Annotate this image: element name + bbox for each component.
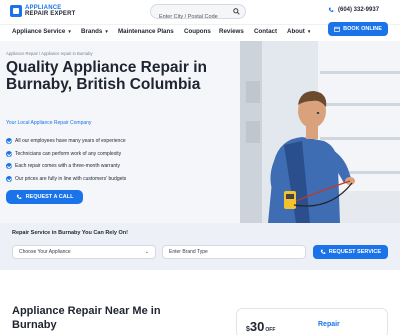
chevron-down-icon: ▼: [104, 29, 109, 34]
phone-number: (604) 332-9937: [338, 7, 380, 13]
chevron-down-icon: ⌄: [144, 249, 149, 255]
nav-appliance-service[interactable]: Appliance Service ▼: [12, 28, 72, 35]
feature-item: All our employees have many years of exp…: [6, 135, 126, 148]
logo-icon: [10, 5, 22, 17]
nav-maintenance-plans[interactable]: Maintenance Plans: [118, 28, 174, 35]
calendar-icon: [334, 26, 340, 32]
postal-search-input[interactable]: [151, 10, 229, 24]
brand-type-input[interactable]: [162, 245, 306, 259]
chevron-down-icon: ▼: [67, 29, 72, 34]
phone-icon: [328, 7, 334, 12]
phone-link[interactable]: (604) 332-9937: [328, 7, 379, 13]
near-me-heading: Appliance Repair Near Me in Burnaby: [12, 305, 161, 331]
request-call-button[interactable]: REQUEST A CALL: [6, 190, 83, 204]
search-icon[interactable]: [233, 8, 240, 15]
nav-reviews[interactable]: Reviews: [219, 28, 244, 35]
appliance-select[interactable]: Choose Your Appliance ⌄: [12, 245, 156, 259]
coupon-price: $ 30 OFF: [246, 319, 276, 334]
postal-search: [150, 4, 246, 24]
breadcrumb: Appliance Repair / Appliance repair in B…: [6, 51, 93, 56]
coupon-label: Repair: [318, 321, 340, 328]
phone-icon: [16, 194, 21, 199]
page-title: Quality Appliance Repair in Burnaby, Bri…: [6, 59, 207, 93]
site-logo[interactable]: APPLIANCE REPAIR EXPERT: [10, 5, 76, 17]
feature-item: Our prices are fully in line with custom…: [6, 173, 126, 186]
service-form-title: Repair Service in Burnaby You Can Rely O…: [12, 230, 128, 236]
nav-about[interactable]: About ▼: [287, 28, 311, 35]
check-icon: [6, 138, 12, 145]
check-icon: [6, 163, 12, 170]
chevron-down-icon: ▼: [306, 29, 312, 34]
logo-line2: REPAIR EXPERT: [25, 11, 76, 17]
nav-contact[interactable]: Contact: [254, 28, 277, 35]
book-online-button[interactable]: BOOK ONLINE: [328, 22, 388, 36]
feature-item: Technicians can perform work of any comp…: [6, 148, 126, 161]
nav-coupons[interactable]: Coupons: [184, 28, 211, 35]
nav-brands[interactable]: Brands ▼: [81, 28, 109, 35]
feature-item: Each repair comes with a three-month war…: [6, 160, 126, 173]
feature-list: All our employees have many years of exp…: [6, 135, 126, 185]
check-icon: [6, 175, 12, 182]
technician-fridge-illustration: [240, 41, 400, 223]
technician-photo: [240, 41, 400, 223]
request-service-button[interactable]: REQUEST SERVICE: [313, 245, 388, 259]
hero-subtitle: Your Local Appliance Repair Company: [6, 120, 92, 126]
check-icon: [6, 150, 12, 157]
top-header: APPLIANCE REPAIR EXPERT (604) 332-9937: [0, 0, 400, 24]
service-request-form: Repair Service in Burnaby You Can Rely O…: [0, 223, 400, 270]
phone-icon: [320, 249, 326, 254]
hero-section: Appliance Repair / Appliance repair in B…: [0, 41, 400, 223]
coupon-card[interactable]: $ 30 OFF Repair: [236, 308, 388, 335]
